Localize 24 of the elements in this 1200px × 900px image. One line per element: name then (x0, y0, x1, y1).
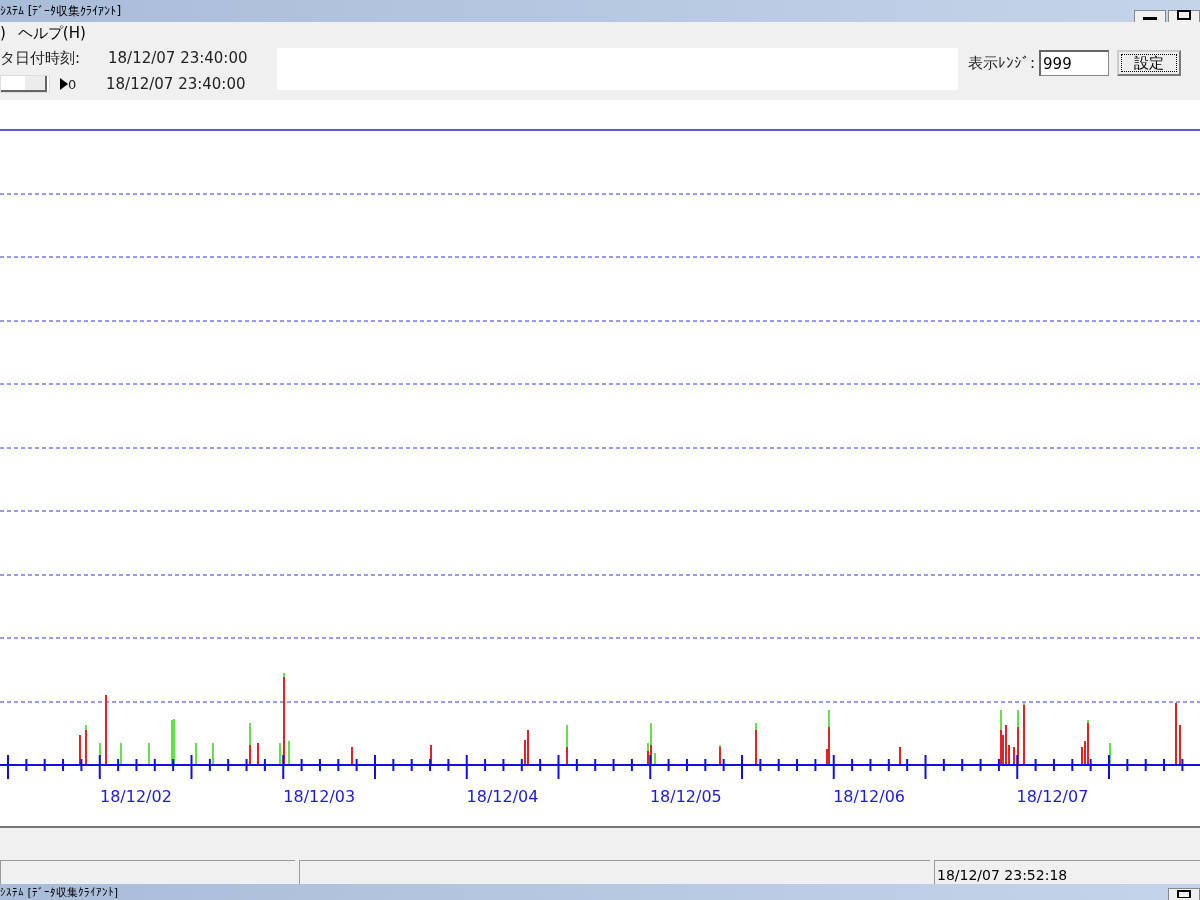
axis-label: 18/12/03 (283, 787, 356, 806)
restore-button[interactable] (1168, 888, 1200, 900)
date-value: 18/12/07 23:40:00 (108, 49, 248, 67)
set-button[interactable]: 設定 (1117, 50, 1182, 76)
axis-label: 18/12/07 (1016, 787, 1089, 806)
axis-label: 18/12/02 (100, 787, 172, 806)
restore-icon (1177, 890, 1191, 898)
range-input[interactable]: 999 (1039, 50, 1110, 76)
date-label: タ日付時刻: (0, 48, 82, 68)
restore-icon (1177, 10, 1191, 20)
slider-reading: 0 (68, 76, 78, 92)
range-label: 表示ﾚﾝｼﾞ: (968, 53, 1036, 73)
window-title: ｼｽﾃﾑ [ﾃﾞｰﾀ収集ｸﾗｲｱﾝﾄ] (0, 2, 122, 20)
minimize-icon (1143, 17, 1157, 20)
axis-label: 18/12/04 (466, 787, 539, 806)
axis-label: 18/12/06 (833, 787, 906, 806)
triangle-pointer-icon (60, 78, 68, 90)
minimize-button[interactable] (1134, 10, 1166, 22)
menu-item[interactable]: ) (0, 24, 6, 42)
restore-button[interactable] (1168, 10, 1200, 22)
slider-date: 18/12/07 23:40:00 (106, 75, 246, 93)
axis-label: 18/12/05 (649, 787, 722, 806)
menu-item[interactable]: ヘルプ(H) (17, 23, 86, 43)
window-title: ｼｽﾃﾑ [ﾃﾞｰﾀ収集ｸﾗｲｱﾝﾄ] (0, 884, 119, 900)
